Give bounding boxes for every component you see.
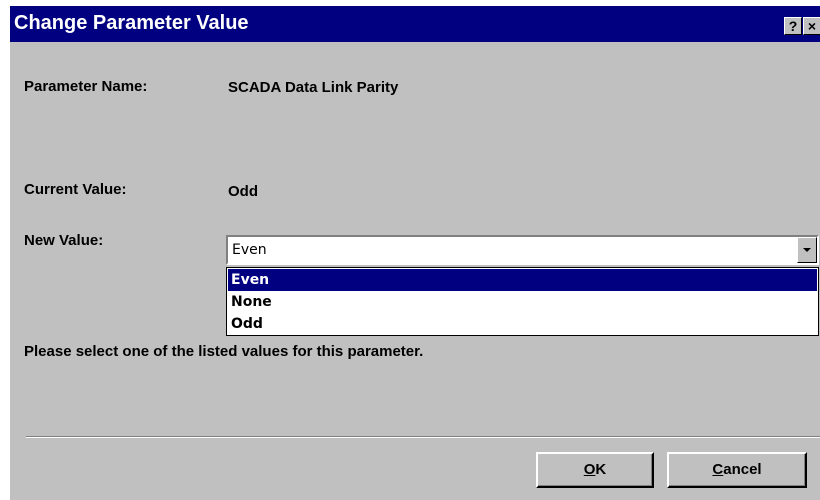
parameter-name-value: SCADA Data Link Parity	[228, 79, 399, 96]
current-value-label: Current Value:	[24, 181, 127, 198]
cancel-button[interactable]: Cancel	[667, 452, 807, 488]
ok-label-rest: K	[595, 461, 607, 478]
current-value: Odd	[228, 183, 258, 200]
chevron-down-icon	[803, 248, 811, 252]
title-bar[interactable]: Change Parameter Value ? ×	[10, 6, 820, 42]
separator-line	[26, 436, 820, 438]
dropdown-option-odd[interactable]: Odd	[228, 313, 817, 335]
cancel-mnemonic: C	[712, 461, 724, 478]
ok-button[interactable]: OK	[536, 452, 654, 488]
dropdown-option-even[interactable]: Even	[228, 269, 817, 291]
ok-mnemonic: O	[583, 461, 596, 478]
help-button[interactable]: ?	[784, 17, 802, 35]
close-icon: ×	[807, 18, 817, 34]
cancel-label-rest: ancel	[723, 461, 762, 478]
close-button[interactable]: ×	[803, 17, 820, 35]
dropdown-option-none[interactable]: None	[228, 291, 817, 313]
new-value-select[interactable]: Even	[226, 235, 819, 265]
change-parameter-dialog: Change Parameter Value ? × Parameter Nam…	[10, 6, 820, 500]
new-value-label: New Value:	[24, 232, 104, 249]
question-icon: ?	[788, 18, 798, 34]
instruction-text: Please select one of the listed values f…	[24, 343, 424, 360]
dropdown-arrow-button[interactable]	[797, 237, 817, 263]
new-value-selected: Even	[232, 242, 267, 258]
new-value-dropdown-list: Even None Odd	[226, 267, 819, 336]
dialog-title: Change Parameter Value	[14, 12, 249, 34]
parameter-name-label: Parameter Name:	[24, 78, 148, 95]
